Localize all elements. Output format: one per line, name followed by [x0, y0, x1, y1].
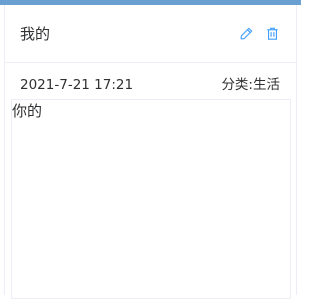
edit-icon — [240, 27, 252, 39]
note-card: 我的 2021-7-21 17:21 分类:生活 你的 — [4, 5, 297, 299]
delete-button[interactable] — [263, 24, 281, 42]
note-meta: 2021-7-21 17:21 分类:生活 — [5, 75, 296, 95]
note-category: 分类:生活 — [221, 75, 280, 95]
category-label: 分类: — [221, 77, 253, 93]
card-header: 我的 — [5, 5, 296, 63]
note-title: 我的 — [20, 25, 51, 43]
note-date: 2021-7-21 17:21 — [20, 77, 134, 93]
edit-button[interactable] — [237, 24, 255, 42]
category-value: 生活 — [253, 77, 280, 93]
delete-icon — [266, 27, 278, 40]
note-content: 你的 — [12, 102, 43, 120]
note-content-box[interactable]: 你的 — [11, 99, 291, 299]
